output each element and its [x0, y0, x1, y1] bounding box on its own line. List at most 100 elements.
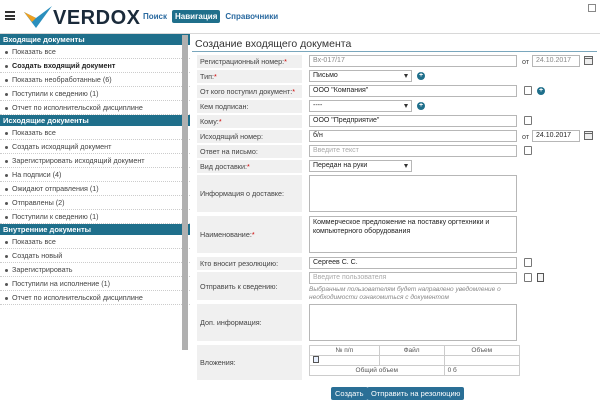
- sidebar-item-label: Зарегистрировать исходящий документ: [12, 156, 145, 165]
- reply-to-input[interactable]: Введите текст: [309, 145, 517, 157]
- delivery-info-textarea[interactable]: [309, 175, 517, 212]
- delivery-select[interactable]: Передан на руки: [309, 160, 412, 172]
- copy-icon[interactable]: [524, 273, 532, 282]
- sidebar-item-sent[interactable]: Отправлены (2): [0, 196, 190, 210]
- signed-by-select[interactable]: ----: [309, 100, 412, 112]
- sidebar-item-incoming-report[interactable]: Отчет по исполнительской дисциплине: [0, 101, 190, 115]
- date-from-label: от: [522, 57, 530, 66]
- out-number-input[interactable]: б/н: [309, 130, 517, 142]
- sidebar-item-label: Показать все: [12, 237, 56, 246]
- calendar-icon[interactable]: [584, 56, 593, 65]
- signed-by-value: ----: [313, 102, 323, 109]
- document-icon[interactable]: [537, 273, 544, 282]
- create-button[interactable]: Создать: [331, 387, 368, 400]
- delivery-info-label: Информация о доставке:: [197, 175, 302, 212]
- menu-icon[interactable]: [5, 11, 15, 20]
- add-sender-icon[interactable]: +: [537, 87, 545, 95]
- copy-icon[interactable]: [524, 86, 532, 95]
- extra-info-label: Доп. информация:: [197, 304, 302, 341]
- sidebar-item-register-outgoing[interactable]: Зарегистрировать исходящий документ: [0, 154, 190, 168]
- sidebar-item-label: Ожидают отправления (1): [12, 184, 99, 193]
- add-signer-icon[interactable]: +: [417, 102, 425, 110]
- from-label: От кого поступил документ:*: [197, 85, 302, 98]
- divider: [192, 51, 597, 52]
- sidebar-item-label: Отчет по исполнительской дисциплине: [12, 293, 143, 302]
- table-row: [309, 355, 521, 366]
- table-cell: [378, 355, 445, 366]
- total-label: Общий объем: [309, 365, 445, 376]
- name-textarea[interactable]: Коммерческое предложение на поставку орг…: [309, 216, 517, 253]
- to-label: Кому:*: [197, 115, 302, 128]
- out-date-input[interactable]: 24.10.2017: [532, 130, 580, 142]
- date-from-label: от: [522, 132, 530, 141]
- calendar-icon[interactable]: [584, 131, 593, 140]
- sidebar-scrollbar[interactable]: [182, 35, 188, 350]
- copy-icon[interactable]: [524, 258, 532, 267]
- sidebar-item-label: Показать необработанные (6): [12, 75, 112, 84]
- bullet-icon: [5, 240, 8, 244]
- sidebar-item-incoming-all[interactable]: Показать все: [0, 45, 190, 59]
- nav-search[interactable]: Поиск: [140, 10, 170, 23]
- reg-number-input[interactable]: Вх-017/17: [309, 55, 517, 67]
- brand-name: VERDOX: [53, 7, 141, 29]
- bullet-icon: [5, 92, 8, 96]
- sidebar-item-label: Показать все: [12, 128, 56, 137]
- sidebar: Входящие документы Показать все Создать …: [0, 34, 190, 411]
- table-header-cell: № п/п: [309, 345, 380, 356]
- extra-info-textarea[interactable]: [309, 304, 517, 341]
- fullscreen-icon[interactable]: [588, 4, 596, 12]
- sidebar-item-label: Создать новый: [12, 251, 63, 260]
- sidebar-item-for-signature[interactable]: На подписи (4): [0, 168, 190, 182]
- sidebar-item-internal-all[interactable]: Показать все: [0, 235, 190, 249]
- sidebar-item-create-outgoing[interactable]: Создать исходящий документ: [0, 140, 190, 154]
- reg-date-input[interactable]: 24.10.2017: [532, 55, 580, 67]
- sidebar-item-awaiting-sending[interactable]: Ожидают отправления (1): [0, 182, 190, 196]
- sidebar-item-incoming-info[interactable]: Поступили к сведению (1): [0, 87, 190, 101]
- table-cell: [443, 355, 521, 366]
- table-total-row: Общий объем 0 б: [309, 365, 521, 376]
- type-value: Письмо: [313, 72, 338, 79]
- add-type-icon[interactable]: +: [417, 72, 425, 80]
- copy-icon[interactable]: [524, 116, 532, 125]
- bullet-icon: [5, 50, 8, 54]
- verdox-logo: [24, 6, 52, 28]
- nav-references[interactable]: Справочники: [222, 10, 281, 23]
- resolution-by-input[interactable]: Сергеев С. С.: [309, 257, 517, 269]
- bullet-icon: [5, 296, 8, 300]
- bullet-icon: [5, 215, 8, 219]
- sidebar-item-for-execution[interactable]: Поступили на исполнение (1): [0, 277, 190, 291]
- sidebar-item-create-internal[interactable]: Создать новый: [0, 249, 190, 263]
- add-file-cell[interactable]: [309, 355, 380, 366]
- send-info-input[interactable]: Введите пользователя: [309, 272, 517, 284]
- from-input[interactable]: ООО "Компания": [309, 85, 517, 97]
- sidebar-item-label: Создать исходящий документ: [12, 142, 112, 151]
- sidebar-item-create-incoming[interactable]: Создать входящий документ: [0, 59, 190, 73]
- to-input[interactable]: ООО "Предприятие": [309, 115, 517, 127]
- bullet-icon: [5, 282, 8, 286]
- attachments-label: Вложения:: [197, 345, 302, 380]
- sidebar-item-register-internal[interactable]: Зарегистрировать: [0, 263, 190, 277]
- total-value: 0 б: [443, 365, 521, 376]
- delivery-value: Передан на руки: [313, 162, 368, 169]
- sidebar-item-outgoing-all[interactable]: Показать все: [0, 126, 190, 140]
- nav-navigation[interactable]: Навигация: [172, 10, 221, 23]
- out-number-label: Исходящий номер:: [197, 130, 302, 143]
- sidebar-item-label: На подписи (4): [12, 170, 62, 179]
- send-to-resolution-button[interactable]: Отправить на резолюцию: [367, 387, 465, 400]
- bullet-icon: [5, 159, 8, 163]
- add-file-icon[interactable]: [313, 356, 319, 363]
- type-select[interactable]: Письмо: [309, 70, 412, 82]
- sidebar-item-internal-report[interactable]: Отчет по исполнительской дисциплине: [0, 291, 190, 305]
- sidebar-item-outgoing-info[interactable]: Поступили к сведению (1): [0, 210, 190, 224]
- sidebar-item-label: Отправлены (2): [12, 198, 65, 207]
- bullet-icon: [5, 268, 8, 272]
- table-header-cell: Объем: [443, 345, 521, 356]
- sidebar-item-unprocessed[interactable]: Показать необработанные (6): [0, 73, 190, 87]
- resolution-by-label: Кто вносит резолюцию:: [197, 257, 302, 270]
- copy-icon[interactable]: [524, 146, 532, 155]
- name-label: Наименование: *: [197, 216, 302, 253]
- bullet-icon: [5, 131, 8, 135]
- sidebar-item-label: Поступили к сведению (1): [12, 212, 99, 221]
- reg-number-label: Регистрационный номер:*: [197, 55, 302, 68]
- sidebar-item-label: Зарегистрировать: [12, 265, 73, 274]
